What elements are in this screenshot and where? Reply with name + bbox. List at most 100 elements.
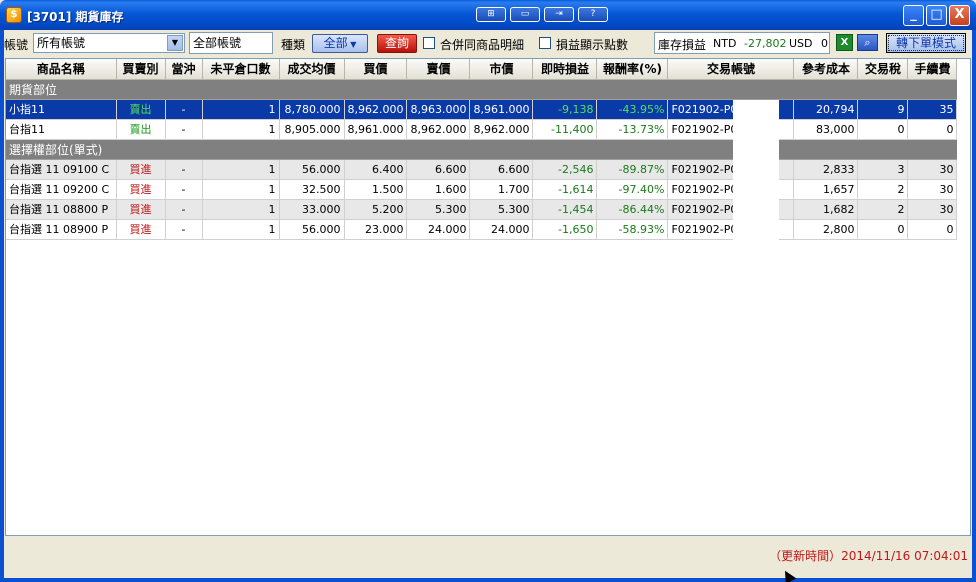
title-bar[interactable]: $ [3701] 期貨庫存 ⊞ ▭ ⇥ ? _ □ X bbox=[0, 0, 976, 30]
column-header[interactable]: 交易稅 bbox=[857, 59, 909, 80]
merge-checkbox[interactable] bbox=[423, 37, 435, 49]
return-cell: -86.44% bbox=[596, 199, 669, 220]
bid-cell: 5.200 bbox=[344, 199, 408, 220]
app-icon: $ bbox=[6, 7, 22, 23]
ask-cell: 5.300 bbox=[406, 199, 471, 220]
dock-icon[interactable]: ⇥ bbox=[544, 7, 574, 22]
window-frame-left bbox=[0, 30, 4, 582]
layout-icon[interactable]: ⊞ bbox=[476, 7, 506, 22]
product-cell: 台指選 11 08900 P bbox=[6, 219, 117, 240]
ask-cell: 6.600 bbox=[406, 159, 471, 180]
pl-cell: -2,546 bbox=[532, 159, 598, 180]
column-header[interactable]: 參考成本 bbox=[793, 59, 859, 80]
market-cell: 24.000 bbox=[469, 219, 534, 240]
points-label: 損益顯示點數 bbox=[556, 38, 629, 52]
fee-cell: 35 bbox=[907, 99, 958, 120]
lots-cell: 1 bbox=[202, 159, 280, 180]
maximize-button[interactable]: □ bbox=[926, 5, 947, 26]
table-row[interactable]: 台指選 11 09100 C 買進 - 1 56.000 6.400 6.600… bbox=[6, 159, 958, 180]
product-cell: 台指選 11 09200 C bbox=[6, 179, 117, 200]
daytrade-cell: - bbox=[165, 179, 203, 200]
column-header[interactable]: 即時損益 bbox=[532, 59, 598, 80]
minimize-button[interactable]: _ bbox=[903, 5, 924, 26]
pl-cell: -1,454 bbox=[532, 199, 598, 220]
column-header[interactable]: 交易帳號 bbox=[667, 59, 795, 80]
column-header[interactable]: 手續費 bbox=[907, 59, 958, 80]
side-cell: 買進 bbox=[116, 159, 166, 180]
window-icon[interactable]: ▭ bbox=[510, 7, 540, 22]
cost-cell: 1,657 bbox=[793, 179, 859, 200]
bid-cell: 23.000 bbox=[344, 219, 408, 240]
search-icon[interactable]: ⌕ bbox=[857, 34, 878, 51]
account-label: 帳號 bbox=[4, 38, 29, 52]
side-cell: 買進 bbox=[116, 219, 166, 240]
avg-price-cell: 8,905.000 bbox=[279, 119, 345, 140]
column-header[interactable]: 未平倉口數 bbox=[202, 59, 280, 80]
points-checkbox[interactable] bbox=[539, 37, 551, 49]
type-label: 種類 bbox=[281, 38, 306, 52]
cost-cell: 1,682 bbox=[793, 199, 859, 220]
type-dropdown-button[interactable]: 全部 ▼ bbox=[312, 34, 368, 53]
window-frame-bottom bbox=[0, 578, 976, 582]
ask-cell: 24.000 bbox=[406, 219, 471, 240]
column-header[interactable]: 買價 bbox=[344, 59, 408, 80]
group-label: 選擇權部位(單式) bbox=[6, 139, 957, 160]
usd-label: USD bbox=[789, 37, 813, 50]
group-row-futures[interactable]: 期貨部位 bbox=[6, 79, 957, 100]
column-header[interactable]: 賣價 bbox=[406, 59, 471, 80]
account-select-value: 所有帳號 bbox=[37, 36, 86, 50]
dropdown-arrow-icon: ▼ bbox=[347, 40, 357, 49]
bid-cell: 8,961.000 bbox=[344, 119, 408, 140]
lots-cell: 1 bbox=[202, 179, 280, 200]
table-row[interactable]: 台指選 11 09200 C 買進 - 1 32.500 1.500 1.600… bbox=[6, 179, 958, 200]
excel-export-icon[interactable]: X bbox=[836, 34, 853, 51]
table-row[interactable]: 台指選 11 08900 P 買進 - 1 56.000 23.000 24.0… bbox=[6, 219, 958, 240]
side-cell: 賣出 bbox=[116, 119, 166, 140]
window-title: [3701] 期貨庫存 bbox=[27, 10, 124, 24]
close-button[interactable]: X bbox=[949, 5, 970, 26]
tax-cell: 0 bbox=[857, 119, 909, 140]
ask-cell: 8,962.000 bbox=[406, 119, 471, 140]
column-header[interactable]: 成交均價 bbox=[279, 59, 345, 80]
fee-cell: 0 bbox=[907, 219, 958, 240]
bid-cell: 8,962.000 bbox=[344, 99, 408, 120]
side-cell: 買進 bbox=[116, 179, 166, 200]
type-button-label: 全部 bbox=[323, 36, 348, 50]
help-icon[interactable]: ? bbox=[578, 7, 608, 22]
column-header[interactable]: 市價 bbox=[469, 59, 534, 80]
column-header[interactable]: 報酬率(%) bbox=[596, 59, 669, 80]
inventory-pl-label: 庫存損益 bbox=[658, 38, 707, 52]
side-cell: 賣出 bbox=[116, 99, 166, 120]
return-cell: -58.93% bbox=[596, 219, 669, 240]
market-cell: 1.700 bbox=[469, 179, 534, 200]
column-header[interactable]: 當沖 bbox=[165, 59, 203, 80]
all-accounts-field[interactable]: 全部帳號 bbox=[189, 32, 273, 54]
return-cell: -97.40% bbox=[596, 179, 669, 200]
inventory-grid[interactable]: 商品名稱 買賣別 當沖 未平倉口數 成交均價 買價 賣價 市價 即時損益 報酬率… bbox=[5, 58, 971, 536]
product-cell: 小指11 bbox=[6, 99, 117, 120]
bid-cell: 6.400 bbox=[344, 159, 408, 180]
daytrade-cell: - bbox=[165, 99, 203, 120]
column-header[interactable]: 買賣別 bbox=[116, 59, 166, 80]
lots-cell: 1 bbox=[202, 119, 280, 140]
pl-cell: -11,400 bbox=[532, 119, 598, 140]
group-row-options[interactable]: 選擇權部位(單式) bbox=[6, 139, 957, 160]
window-frame-right bbox=[972, 30, 976, 582]
chevron-down-icon[interactable]: ▼ bbox=[167, 35, 183, 51]
market-cell: 8,962.000 bbox=[469, 119, 534, 140]
column-header[interactable]: 商品名稱 bbox=[6, 59, 117, 80]
market-cell: 8,961.000 bbox=[469, 99, 534, 120]
pl-cell: -1,650 bbox=[532, 219, 598, 240]
lots-cell: 1 bbox=[202, 199, 280, 220]
query-button[interactable]: 查詢 bbox=[377, 34, 417, 53]
table-row[interactable]: 小指11 賣出 - 1 8,780.000 8,962.000 8,963.00… bbox=[6, 99, 958, 120]
pl-cell: -9,138 bbox=[532, 99, 598, 120]
table-row[interactable]: 台指11 賣出 - 1 8,905.000 8,961.000 8,962.00… bbox=[6, 119, 958, 140]
avg-price-cell: 8,780.000 bbox=[279, 99, 345, 120]
ntd-label: NTD bbox=[713, 37, 737, 50]
account-select[interactable]: 所有帳號 ▼ bbox=[33, 33, 185, 53]
ask-cell: 8,963.000 bbox=[406, 99, 471, 120]
table-row[interactable]: 台指選 11 08800 P 買進 - 1 33.000 5.200 5.300… bbox=[6, 199, 958, 220]
daytrade-cell: - bbox=[165, 119, 203, 140]
order-mode-button[interactable]: 轉下單模式 bbox=[886, 33, 966, 53]
